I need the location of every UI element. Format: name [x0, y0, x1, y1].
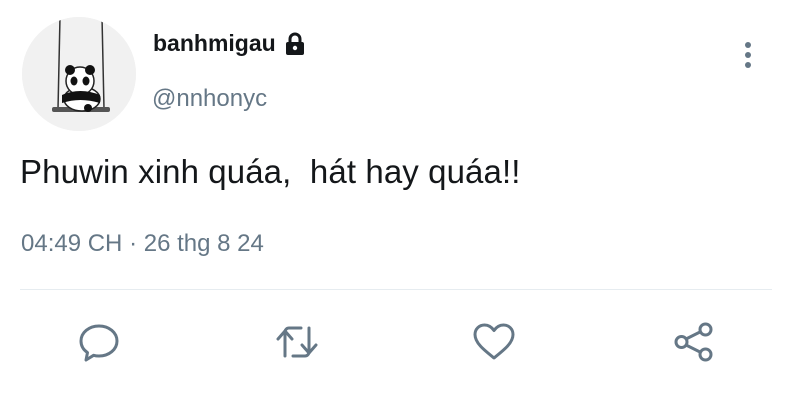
- tweet-date: 26 thg 8 24: [143, 230, 264, 257]
- action-bar: [0, 315, 792, 371]
- heart-icon: [473, 323, 515, 360]
- divider: [20, 289, 772, 290]
- display-name[interactable]: banhmigau: [153, 30, 276, 57]
- user-handle[interactable]: @nnhonyc: [152, 85, 267, 113]
- retweet-button[interactable]: [270, 315, 324, 369]
- share-icon: [674, 322, 713, 362]
- reply-button[interactable]: [72, 315, 126, 369]
- retweet-icon: [276, 326, 318, 358]
- avatar-image: [22, 17, 136, 131]
- tweet-card: banhmigau @nnhonyc Phuwin xinh quáa, hát…: [0, 0, 792, 406]
- display-name-row[interactable]: banhmigau: [153, 30, 306, 57]
- share-button[interactable]: [667, 315, 721, 369]
- tweet-timestamp[interactable]: 04:49 CH · 26 thg 8 24: [21, 230, 264, 258]
- more-vertical-icon[interactable]: [738, 40, 758, 72]
- tweet-time: 04:49 CH: [21, 230, 123, 257]
- lock-icon: [285, 32, 304, 55]
- like-button[interactable]: [467, 315, 521, 369]
- avatar[interactable]: [22, 17, 136, 131]
- tweet-text: Phuwin xinh quáa, hát hay quáa!!: [20, 153, 521, 190]
- reply-icon: [79, 324, 119, 362]
- meta-separator: ·: [129, 230, 138, 257]
